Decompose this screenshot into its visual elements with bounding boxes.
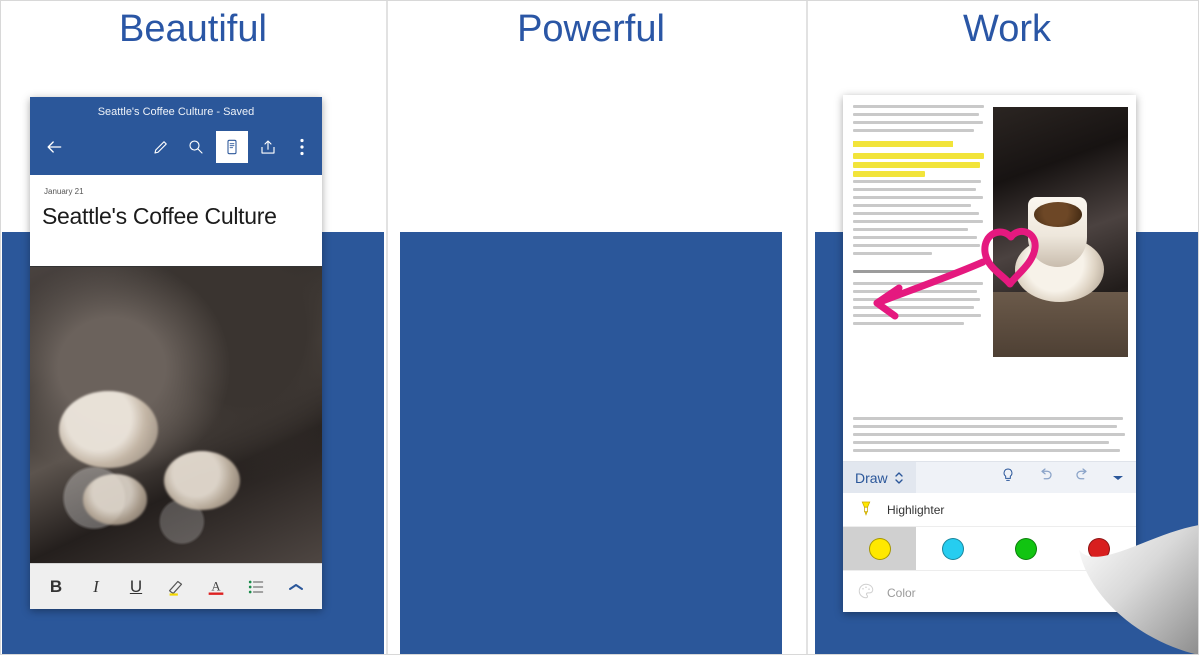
ribbon-dropdown-icon[interactable] [1112, 469, 1124, 487]
highlighter-tool-row[interactable]: Highlighter [843, 493, 1136, 527]
photo-cup-detail [82, 474, 147, 525]
heading-work: Work [963, 8, 1051, 50]
document-heading: Seattle's Coffee Culture [42, 203, 277, 229]
document-paragraph-lines [853, 105, 984, 132]
expand-collapse-chevron-icon [894, 471, 903, 484]
palette-icon [857, 582, 875, 603]
document-paragraph-lines [853, 153, 984, 255]
highlighter-button[interactable] [162, 572, 190, 602]
document-subheading-line [853, 270, 984, 273]
back-icon[interactable] [38, 131, 70, 163]
more-options-icon[interactable] [286, 131, 318, 163]
collapse-chevron-button[interactable] [282, 572, 310, 602]
font-color-button[interactable]: A [202, 572, 230, 602]
panel1-format-toolbar: B I U A [30, 563, 322, 609]
panel1-toolbar [30, 127, 322, 167]
heading-beautiful: Beautiful [119, 8, 267, 50]
bullet-list-button[interactable] [242, 572, 270, 602]
panel1-document-header: January 21 Seattle's Coffee Culture [30, 175, 322, 267]
edit-pencil-icon[interactable] [145, 131, 177, 163]
panel-beautiful: Beautiful Seattle's Coffee Culture - Sav… [2, 0, 384, 655]
underline-button[interactable]: U [122, 572, 150, 602]
heading-powerful: Powerful [517, 8, 665, 50]
italic-button[interactable]: I [82, 572, 110, 602]
swatch-green[interactable] [990, 527, 1063, 570]
share-icon[interactable] [252, 131, 284, 163]
color-swatch-row [843, 527, 1136, 571]
panel-divider [386, 0, 388, 655]
coffee-cup-photo [993, 107, 1128, 357]
page-root: Beautiful Seattle's Coffee Culture - Sav… [0, 0, 1199, 655]
document-paragraph-lines [853, 282, 984, 325]
highlighter-icon [857, 498, 875, 521]
swatch-red[interactable] [1063, 527, 1136, 570]
redo-icon[interactable] [1074, 466, 1092, 489]
search-icon[interactable] [180, 131, 212, 163]
ribbon-tab-label: Draw [855, 469, 888, 486]
panel-divider [806, 0, 808, 655]
document-date: January 21 [44, 187, 84, 196]
panel-powerful: Powerful Draw Highlighter Color › [400, 0, 1136, 655]
color-row[interactable]: Color › [843, 571, 1136, 612]
panel2-document-page [843, 95, 1136, 417]
panel1-app-bar: Seattle's Coffee Culture - Saved [30, 97, 322, 175]
tell-me-lightbulb-icon[interactable] [1000, 466, 1016, 489]
panel2-lower-text [843, 417, 1136, 461]
highlighter-label: Highlighter [887, 502, 945, 517]
swatch-yellow[interactable] [843, 527, 917, 570]
ribbon-tab-draw[interactable]: Draw [843, 462, 916, 493]
photo-brew [1033, 202, 1083, 227]
swatch-cyan[interactable] [916, 527, 989, 570]
panel2-ribbon-actions [1000, 466, 1130, 489]
panel2-ribbon: Draw [843, 461, 1136, 493]
undo-icon[interactable] [1036, 466, 1054, 489]
chevron-right-icon: › [1117, 585, 1122, 600]
color-row-label: Color [887, 585, 916, 600]
highlighted-subheading [853, 141, 953, 147]
mobile-view-icon[interactable] [216, 131, 248, 163]
svg-text:A: A [211, 579, 221, 593]
coffee-photo-cheers [30, 267, 322, 563]
bold-button[interactable]: B [42, 572, 70, 602]
phone-document-viewer: Seattle's Coffee Culture - Saved January… [30, 97, 322, 609]
tablet-draw-view: Draw Highlighter Color › [843, 95, 1136, 612]
panel2-blue-background [400, 232, 782, 655]
photo-cup-detail [164, 450, 241, 510]
document-title-saved: Seattle's Coffee Culture - Saved [97, 106, 255, 118]
